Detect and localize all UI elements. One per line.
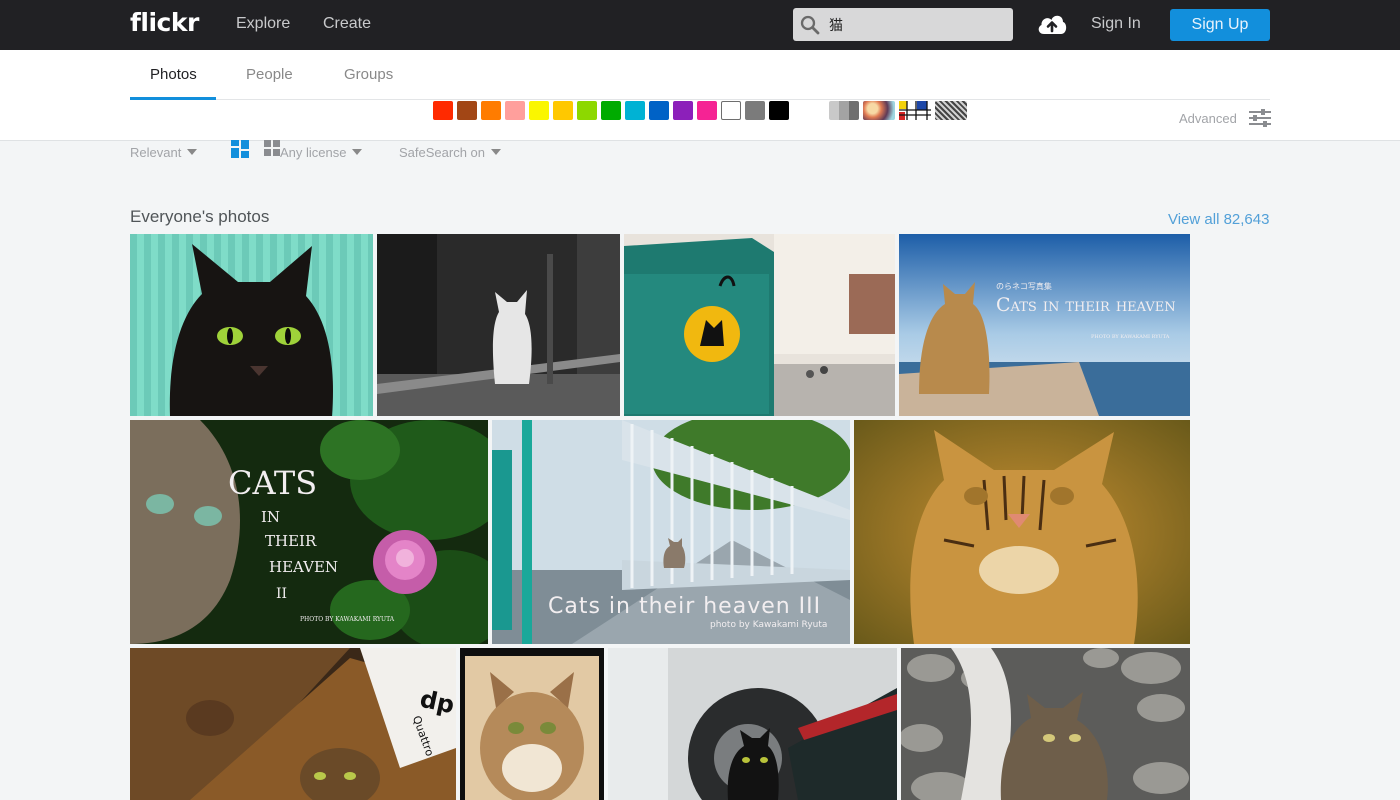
photo-caption-credit: PHOTO BY KAWAKAMI RYUTA bbox=[1091, 334, 1170, 340]
photo-caption-number: II bbox=[276, 586, 288, 602]
tabs-divider bbox=[130, 99, 1270, 100]
photo-caption-in: IN bbox=[261, 508, 281, 526]
photo-caption-their: THEIR bbox=[265, 532, 317, 550]
color-swatch-yellow[interactable] bbox=[529, 101, 549, 120]
sign-in-link[interactable]: Sign In bbox=[1091, 15, 1141, 33]
color-swatch-cyan[interactable] bbox=[625, 101, 645, 120]
photo-tabby-cat-stone-wall[interactable] bbox=[901, 648, 1190, 800]
view-all-link[interactable]: View all 82,643 bbox=[1168, 211, 1269, 228]
color-swatch-gray[interactable] bbox=[745, 101, 765, 120]
photo-caption-title: Cats in their heaven III bbox=[548, 594, 822, 619]
upload-cloud-icon[interactable] bbox=[1036, 11, 1068, 37]
sign-up-button[interactable]: Sign Up bbox=[1170, 9, 1270, 41]
photo-white-cat-doorway[interactable] bbox=[377, 234, 620, 416]
nav-create[interactable]: Create bbox=[323, 15, 371, 33]
search-subheader: Photos People Groups bbox=[0, 50, 1400, 141]
photo-leopard-cat-closeup[interactable] bbox=[854, 420, 1190, 644]
color-swatch-lime[interactable] bbox=[577, 101, 597, 120]
license-dropdown[interactable]: Any license bbox=[280, 145, 363, 160]
top-bar: flickr Explore Create Sign In Sign Up bbox=[0, 0, 1400, 50]
photo-dp-quattro-prints[interactable]: dp Quattro bbox=[130, 648, 456, 800]
color-swatch-green[interactable] bbox=[601, 101, 621, 120]
color-swatch-red[interactable] bbox=[433, 101, 453, 120]
chevron-down-icon bbox=[187, 149, 198, 155]
search-icon[interactable] bbox=[800, 15, 820, 35]
advanced-search-link[interactable]: Advanced bbox=[1179, 111, 1237, 126]
color-swatch-brown[interactable] bbox=[457, 101, 477, 120]
search-box bbox=[793, 8, 1013, 41]
photo-black-cat-green-eyes[interactable] bbox=[130, 234, 373, 416]
color-swatch-orange[interactable] bbox=[481, 101, 501, 120]
tab-people[interactable]: People bbox=[246, 66, 293, 83]
sort-dropdown-label: Relevant bbox=[130, 145, 182, 160]
photo-caption-heaven: HEAVEN bbox=[269, 558, 339, 576]
photo-caption-title: CATS bbox=[228, 464, 318, 502]
tab-photos[interactable]: Photos bbox=[150, 66, 197, 83]
tab-groups[interactable]: Groups bbox=[344, 66, 393, 83]
style-patterns[interactable] bbox=[935, 101, 967, 120]
section-title: Everyone's photos bbox=[130, 207, 270, 226]
safesearch-dropdown[interactable]: SafeSearch on bbox=[399, 145, 502, 160]
sort-dropdown[interactable]: Relevant bbox=[130, 145, 198, 160]
photo-caption-title: Cats in their heaven bbox=[996, 294, 1176, 316]
chevron-down-icon bbox=[352, 149, 363, 155]
color-swatch-pink[interactable] bbox=[505, 101, 525, 120]
flickr-logo[interactable]: flickr bbox=[130, 8, 199, 37]
color-swatch-blue[interactable] bbox=[649, 101, 669, 120]
photo-fluffy-cat-framed[interactable] bbox=[460, 648, 604, 800]
active-tab-indicator bbox=[130, 97, 216, 100]
color-swatch-magenta[interactable] bbox=[697, 101, 717, 120]
chevron-down-icon bbox=[491, 149, 502, 155]
style-shallow-depth-of-field[interactable] bbox=[863, 101, 895, 120]
photo-caption-credit: photo by Kawakami Ryuta bbox=[710, 620, 828, 630]
photo-cats-in-their-heaven-iii-fence[interactable]: Cats in their heaven III photo by Kawaka… bbox=[492, 420, 850, 644]
justified-view-icon[interactable] bbox=[231, 140, 249, 158]
style-minimalist[interactable] bbox=[899, 101, 931, 120]
photo-cats-in-their-heaven-beach[interactable]: のらネコ写真集 Cats in their heaven PHOTO BY KA… bbox=[899, 234, 1190, 416]
style-black-and-white[interactable] bbox=[829, 101, 859, 120]
photo-yamato-mailbox[interactable] bbox=[624, 234, 895, 416]
sliders-icon[interactable] bbox=[1249, 108, 1271, 128]
safesearch-dropdown-label: SafeSearch on bbox=[399, 145, 486, 160]
color-swatch-gold[interactable] bbox=[553, 101, 573, 120]
photo-caption-small: のらネコ写真集 bbox=[996, 282, 1052, 291]
photo-black-cat-under-car[interactable] bbox=[608, 648, 897, 800]
color-swatch-purple[interactable] bbox=[673, 101, 693, 120]
license-dropdown-label: Any license bbox=[280, 145, 347, 160]
nav-explore[interactable]: Explore bbox=[236, 15, 290, 33]
color-swatch-black[interactable] bbox=[769, 101, 789, 120]
photo-caption-credit: PHOTO BY KAWAKAMI RYUTA bbox=[300, 616, 395, 623]
search-input[interactable] bbox=[827, 8, 1007, 41]
photo-cats-in-their-heaven-ii-rose[interactable]: CATS IN THEIR HEAVEN II PHOTO BY KAWAKAM… bbox=[130, 420, 488, 644]
color-swatch-white[interactable] bbox=[721, 101, 741, 120]
